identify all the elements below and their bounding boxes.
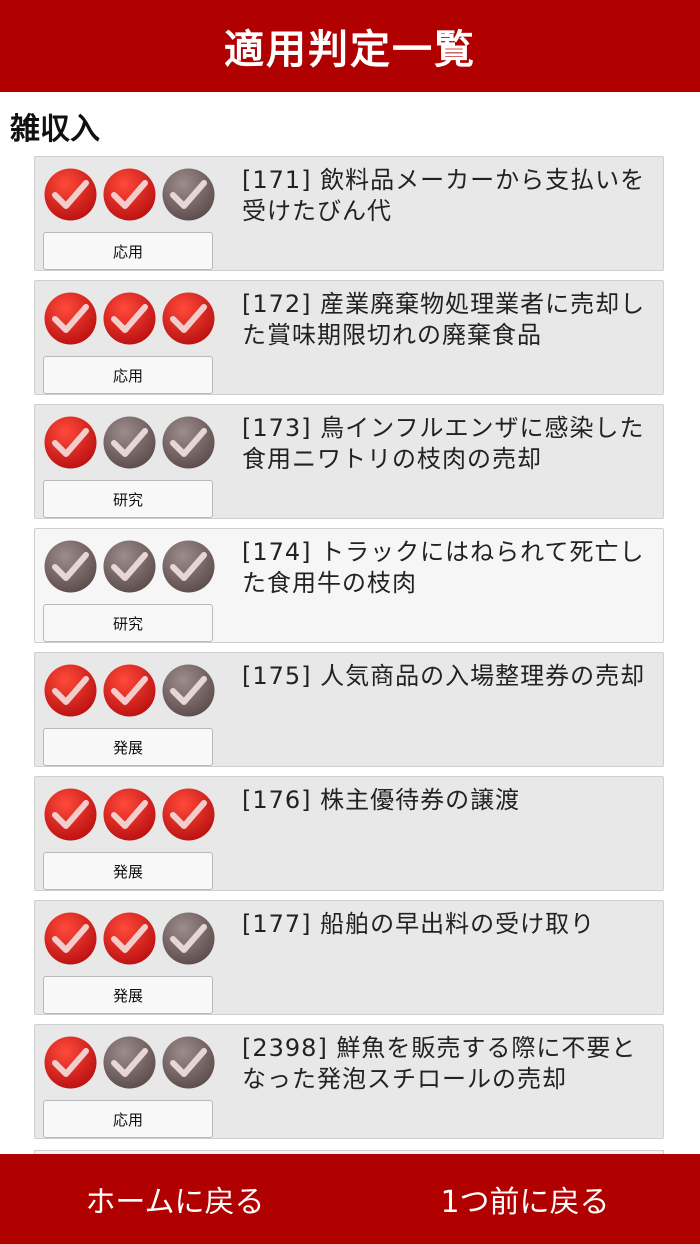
- check-circle-icon: [102, 539, 157, 594]
- check-circle-icon: [102, 167, 157, 222]
- check-circle-icon: [43, 415, 98, 470]
- level-button[interactable]: 発展: [43, 728, 213, 766]
- check-circle-icon: [102, 911, 157, 966]
- check-circle-icon: [43, 291, 98, 346]
- back-button[interactable]: 1つ前に戻る: [350, 1154, 700, 1244]
- level-button[interactable]: 研究: [43, 480, 213, 518]
- check-circle-icon: [43, 167, 98, 222]
- check-group: [43, 787, 218, 843]
- item-title: [175] 人気商品の入場整理券の売却: [242, 662, 646, 690]
- home-button[interactable]: ホームに戻る: [0, 1154, 350, 1244]
- level-button[interactable]: 発展: [43, 976, 213, 1014]
- item-title: [172] 産業廃棄物処理業者に売却した賞味期限切れの廃棄食品: [242, 290, 646, 349]
- item-title: [171] 飲料品メーカーから支払いを受けたびん代: [242, 166, 646, 225]
- check-circle-icon: [161, 663, 216, 718]
- level-button[interactable]: 研究: [43, 604, 213, 642]
- list-item[interactable]: 発展 [177] 船舶の早出料の受け取り: [34, 900, 664, 1015]
- check-circle-icon: [43, 911, 98, 966]
- check-group: [43, 167, 218, 223]
- app-header: 適用判定一覧: [0, 0, 700, 92]
- check-circle-icon: [43, 663, 98, 718]
- check-group: [43, 911, 218, 967]
- page-title: 適用判定一覧: [224, 27, 476, 73]
- level-button[interactable]: 応用: [43, 1100, 213, 1138]
- check-circle-icon: [161, 291, 216, 346]
- check-group: [43, 291, 218, 347]
- item-title: [173] 鳥インフルエンザに感染した食用ニワトリの枝肉の売却: [242, 414, 645, 473]
- list-item[interactable]: 応用 [2398] 鮮魚を販売する際に不要となった発泡スチロールの売却: [34, 1024, 664, 1139]
- check-circle-icon: [161, 539, 216, 594]
- check-group: [43, 415, 218, 471]
- check-circle-icon: [102, 291, 157, 346]
- level-button[interactable]: 発展: [43, 852, 213, 890]
- check-circle-icon: [161, 415, 216, 470]
- check-group: [43, 539, 218, 595]
- footer-bar: ホームに戻る 1つ前に戻る: [0, 1154, 700, 1244]
- check-circle-icon: [102, 1035, 157, 1090]
- section-title: 雑収入: [10, 112, 100, 147]
- item-title: [177] 船舶の早出料の受け取り: [242, 910, 596, 938]
- check-circle-icon: [161, 167, 216, 222]
- check-circle-icon: [43, 1035, 98, 1090]
- check-circle-icon: [43, 787, 98, 842]
- check-circle-icon: [161, 911, 216, 966]
- item-title: [2398] 鮮魚を販売する際に不要となった発泡スチロールの売却: [242, 1034, 637, 1093]
- check-circle-icon: [161, 787, 216, 842]
- level-button[interactable]: 応用: [43, 232, 213, 270]
- check-circle-icon: [43, 539, 98, 594]
- item-title: [176] 株主優待券の譲渡: [242, 786, 521, 814]
- item-list: 応用 [171] 飲料品メーカーから支払いを受けたびん代 応用 [172] 産業廃棄物…: [0, 156, 700, 1154]
- list-item[interactable]: 応用 [172] 産業廃棄物処理業者に売却した賞味期限切れの廃棄食品: [34, 280, 664, 395]
- list-item[interactable]: 発展 [175] 人気商品の入場整理券の売却: [34, 652, 664, 767]
- list-item[interactable]: 研究 [173] 鳥インフルエンザに感染した食用ニワトリの枝肉の売却: [34, 404, 664, 519]
- list-item[interactable]: 研究 [174] トラックにはねられて死亡した食用牛の枝肉: [34, 528, 664, 643]
- list-item[interactable]: 応用 [171] 飲料品メーカーから支払いを受けたびん代: [34, 156, 664, 271]
- check-circle-icon: [102, 787, 157, 842]
- item-title: [174] トラックにはねられて死亡した食用牛の枝肉: [242, 538, 645, 597]
- check-circle-icon: [102, 415, 157, 470]
- check-group: [43, 663, 218, 719]
- list-item[interactable]: 発展 [176] 株主優待券の譲渡: [34, 776, 664, 891]
- check-circle-icon: [161, 1035, 216, 1090]
- check-circle-icon: [102, 663, 157, 718]
- level-button[interactable]: 応用: [43, 356, 213, 394]
- check-group: [43, 1035, 218, 1091]
